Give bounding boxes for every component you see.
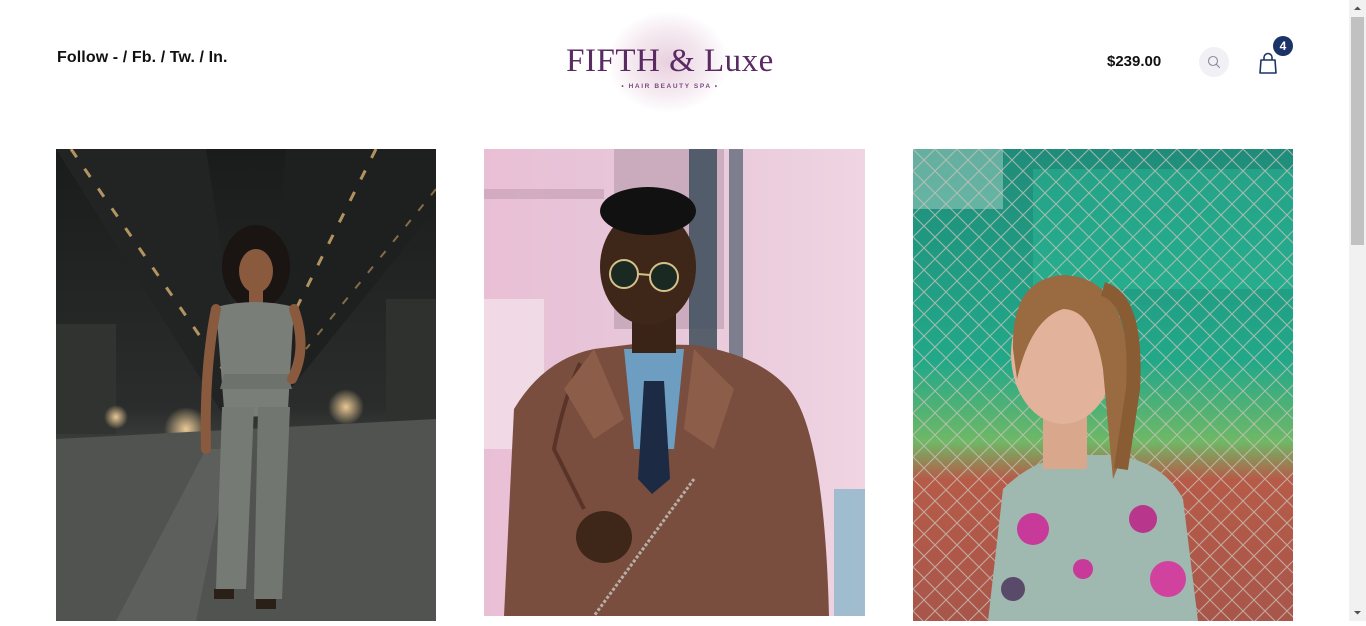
search-icon [1207,55,1221,69]
gallery-item-3[interactable] [913,149,1293,621]
scroll-up-arrow-icon[interactable] [1349,0,1366,17]
scroll-down-arrow-icon[interactable] [1349,604,1366,621]
follow-label: Follow - [57,49,119,66]
shopping-bag-icon [1259,52,1277,74]
gallery-item-1[interactable] [56,149,436,621]
photo-woman-by-fence [913,149,1293,621]
page-scrollbar[interactable] [1349,0,1366,621]
instagram-link[interactable]: / In. [200,49,228,66]
logo-tagline: • HAIR BEAUTY SPA • [621,83,719,90]
photo-woman-in-grey-jumpsuit [56,149,436,621]
twitter-link[interactable]: / Tw. [161,49,195,66]
photo-man-in-leather-jacket [484,149,865,616]
site-logo[interactable]: FIFTH & Luxe • HAIR BEAUTY SPA • [560,10,780,115]
facebook-link[interactable]: / Fb. [123,49,156,66]
social-follow-links: Follow - / Fb. / Tw. / In. [57,49,228,67]
cart-count-badge: 4 [1273,36,1293,56]
gallery-item-2[interactable] [484,149,865,616]
site-header: Follow - / Fb. / Tw. / In. FIFTH & Luxe … [0,0,1349,140]
logo-wordmark: FIFTH & Luxe [566,43,774,79]
scrollbar-thumb[interactable] [1351,17,1364,245]
cart-button[interactable] [1257,51,1279,75]
cart-total[interactable]: $239.00 [1107,53,1161,70]
search-button[interactable] [1199,47,1229,77]
